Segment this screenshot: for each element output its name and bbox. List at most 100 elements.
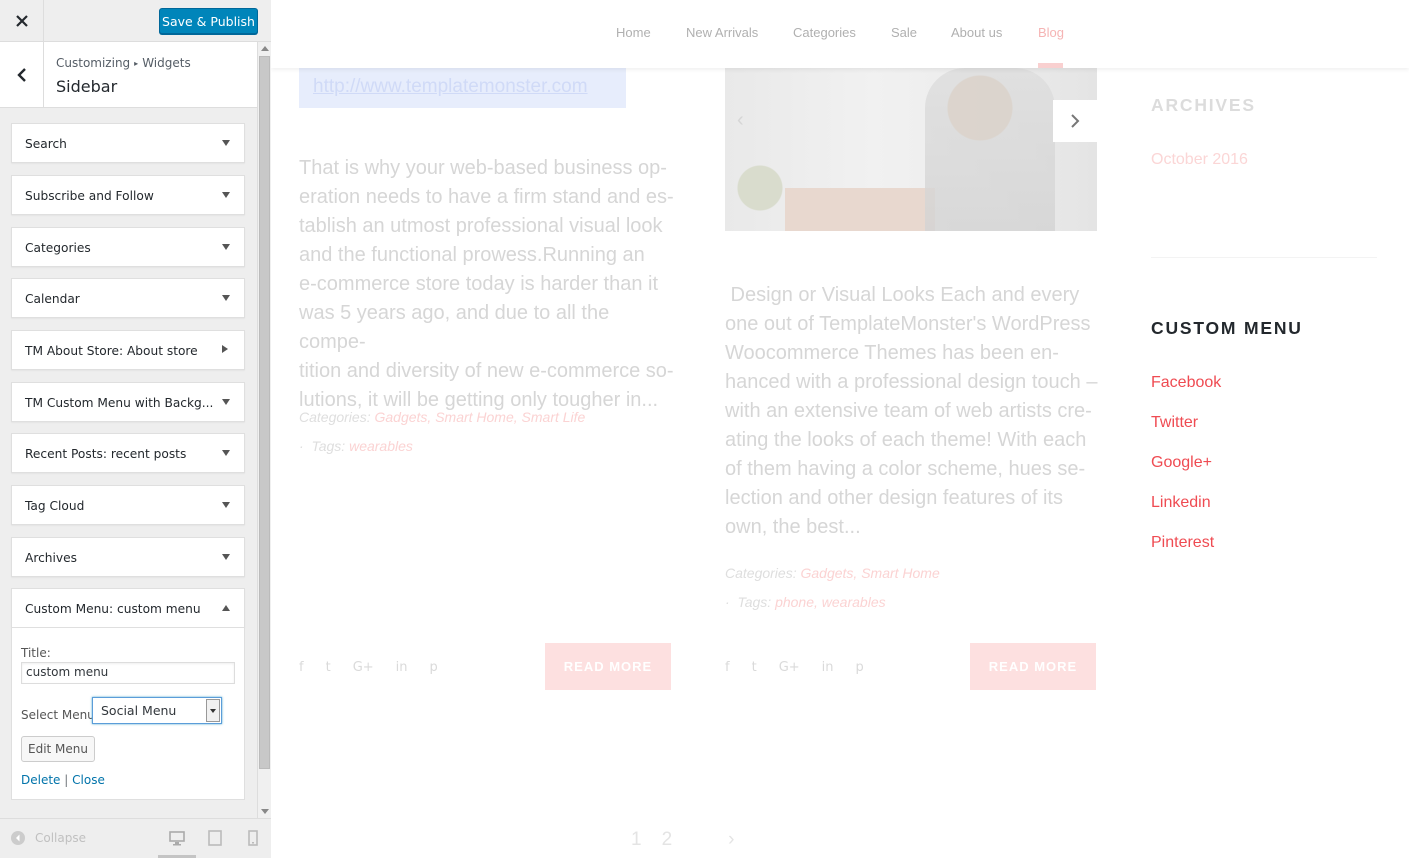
widget-title-main: Custom Menu [25,602,110,616]
chevron-right-icon [222,345,228,353]
scroll-up-icon[interactable] [261,46,269,51]
chevron-down-icon [222,244,230,250]
menu-link-twitter[interactable]: Twitter [1151,414,1198,432]
widget-title: TM About Store: About store [25,344,198,358]
menu-link-google-plus[interactable]: Google+ [1151,454,1212,472]
select-menu-dropdown[interactable]: Social Menu [92,697,222,724]
nav-categories[interactable]: Categories [793,25,856,40]
tags-links[interactable]: wearables [349,438,413,454]
nav-new-arrivals[interactable]: New Arrivals [686,25,758,40]
archives-heading: ARCHIVES [1151,95,1256,115]
delete-link[interactable]: Delete [21,773,60,787]
excerpt-line: one out of TemplateMonster's WordPress [725,313,1091,335]
categories-links[interactable]: Gadgets, Smart Home [800,565,939,581]
excerpt-line: That is why your web-based business op- [299,157,667,179]
widget-categories[interactable]: Categories [11,227,245,267]
chevron-left-icon[interactable]: ‹ [737,109,744,132]
excerpt-line: Design or Visual Looks Each and every [725,284,1080,306]
save-publish-button[interactable]: Save & Publish [159,8,258,34]
menu-link-pinterest[interactable]: Pinterest [1151,534,1214,552]
page-2-link[interactable]: 2 [662,829,673,851]
linkedin-icon[interactable]: in [396,660,408,675]
back-button[interactable] [0,42,44,108]
chevron-left-icon [16,68,26,82]
scroll-down-icon[interactable] [261,809,269,814]
linkedin-icon[interactable]: in [822,660,834,675]
google-plus-icon[interactable]: G+ [353,660,374,675]
widget-subscribe-follow[interactable]: Subscribe and Follow [11,175,245,215]
breadcrumb-separator: ▸ [134,59,139,68]
widget-search[interactable]: Search [11,123,245,163]
nav-about-us[interactable]: About us [951,25,1002,40]
twitter-icon[interactable]: t [326,660,331,675]
widget-title: TM Custom Menu with Backg... [25,396,214,410]
widget-tm-custom-menu[interactable]: TM Custom Menu with Backg... [11,382,245,422]
excerpt-line: and the functional prowess.Running an [299,244,645,266]
tags-label: Tags: [311,438,346,454]
excerpt-line: tablish an utmost professional visual lo… [299,215,663,237]
facebook-icon[interactable]: f [299,660,304,675]
panel-content: Customizing ▸ Widgets Sidebar Search Subsc… [0,42,271,818]
widget-tm-about-store[interactable]: TM About Store: About store [11,330,245,370]
categories-label: Categories: [299,409,371,425]
google-plus-icon[interactable]: G+ [779,660,800,675]
chevron-down-icon [222,399,230,405]
twitter-icon[interactable]: t [752,660,757,675]
next-page-icon[interactable]: › [728,829,734,851]
nav-blog[interactable]: Blog [1038,25,1064,40]
nav-home[interactable]: Home [616,25,651,40]
customizer-footer: Collapse [0,818,271,858]
collapse-button[interactable]: Collapse [11,831,86,845]
close-customizer-button[interactable] [0,0,44,42]
person-graphic [925,68,1055,231]
desktop-icon[interactable] [169,830,185,846]
categories-links[interactable]: Gadgets, Smart Home, Smart Life [374,409,585,425]
widget-archives[interactable]: Archives [11,537,245,577]
slider-next-button[interactable] [1053,100,1097,142]
laptop-graphic [785,188,935,231]
widget-subtitle: recent posts [110,447,187,461]
widget-calendar[interactable]: Calendar [11,278,245,318]
excerpt-line: own, the best... [725,516,861,538]
page-1-link[interactable]: 1 [631,829,642,851]
menu-link-facebook[interactable]: Facebook [1151,374,1221,392]
post-excerpt-2: Design or Visual Looks Each and every on… [725,281,1115,542]
tags-links[interactable]: phone, wearables [775,594,886,610]
pinterest-icon[interactable]: p [430,660,438,675]
widget-tag-cloud[interactable]: Tag Cloud [11,485,245,525]
post-categories-1: Categories: Gadgets, Smart Home, Smart L… [299,409,585,425]
mobile-icon[interactable] [245,830,261,846]
chevron-down-icon [222,502,230,508]
close-link[interactable]: Close [72,773,105,787]
widget-custom-menu[interactable]: Custom Menu: custom menu [11,588,245,628]
link-separator: | [64,773,69,787]
facebook-icon[interactable]: f [725,660,730,675]
panel-scrollbar[interactable] [257,42,271,818]
read-more-button-1[interactable]: READ MORE [545,643,671,690]
menu-link-linkedin[interactable]: Linkedin [1151,494,1211,512]
title-input[interactable]: custom menu [21,662,235,684]
pagination: 1 2 › [631,829,734,851]
chevron-down-icon [222,450,230,456]
nav-sale[interactable]: Sale [891,25,917,40]
edit-menu-button[interactable]: Edit Menu [21,736,95,762]
excerpt-line: with an extensive team of web artists cr… [725,400,1092,422]
read-more-button-2[interactable]: READ MORE [970,643,1096,690]
widget-title: Subscribe and Follow [25,189,154,203]
tablet-icon[interactable] [207,830,223,846]
widget-title: Recent Posts: recent posts [25,447,187,461]
pinterest-icon[interactable]: p [856,660,864,675]
scroll-thumb[interactable] [259,56,270,769]
share-icons-2: f t G+ in p [725,660,864,675]
post-tags-2: · Tags: phone, wearables [725,594,886,610]
widget-title: Tag Cloud [25,499,85,513]
select-menu-label: Select Menu: [21,708,99,722]
archives-link[interactable]: October 2016 [1151,151,1248,169]
site-navigation: Home New Arrivals Categories Sale About … [271,0,1409,68]
post-link[interactable]: http://www.templatemonster.com [313,76,588,98]
section-title: Sidebar [56,77,118,96]
widget-title: Custom Menu: custom menu [25,602,201,616]
excerpt-line: tition and diversity of new e-commerce s… [299,360,674,382]
widget-recent-posts[interactable]: Recent Posts: recent posts [11,433,245,473]
section-header: Customizing ▸ Widgets Sidebar [0,42,257,108]
